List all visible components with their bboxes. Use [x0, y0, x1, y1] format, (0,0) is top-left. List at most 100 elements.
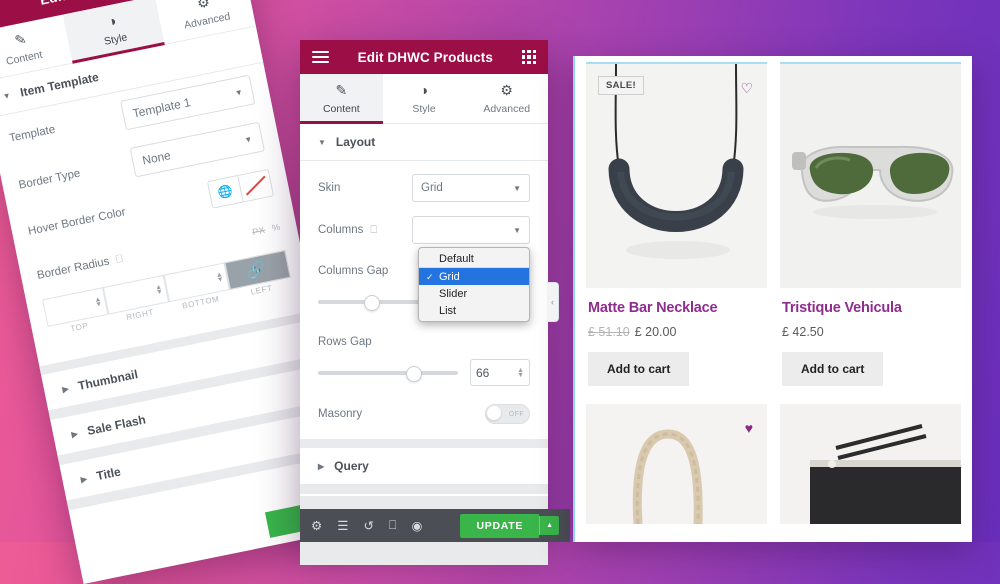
caret-right-icon: ▶ [61, 383, 70, 394]
section-thumbnail-label: Thumbnail [76, 367, 140, 393]
add-to-cart-button[interactable]: Add to cart [782, 352, 884, 386]
section-divider [300, 439, 548, 448]
preview-eye-icon[interactable]: ◉ [411, 518, 422, 533]
tab-style[interactable]: ◑ Style [383, 74, 466, 123]
product-card [780, 404, 961, 524]
product-image-bag[interactable]: ♥ [586, 404, 767, 524]
row-columns: Columns ⎕ ▼ [300, 209, 548, 251]
caret-down-icon: ▼ [1, 90, 12, 101]
tab-content-label: Content [5, 48, 44, 68]
columns-text: Columns [318, 224, 364, 236]
border-radius-text: Border Radius [36, 255, 111, 282]
tab-content-label: Content [322, 103, 360, 115]
update-button[interactable]: UPDATE [460, 513, 540, 538]
desktop-icon[interactable]: ⎕ [115, 252, 124, 266]
update-group: UPDATE ▲ [460, 513, 559, 538]
product-card: SALE! ♡ Matte Bar Necklace £ 51.10 £ 20.0… [586, 62, 767, 386]
stepper-icon[interactable]: ▲▼ [154, 283, 163, 296]
panel-footer-toolbar: ⚙ ☰ ↺ ⎕ ◉ UPDATE ▲ [300, 509, 570, 542]
section-query-label: Query [334, 459, 369, 473]
section-divider [300, 485, 548, 494]
contrast-icon: ◑ [419, 82, 429, 98]
product-image-pouch[interactable] [780, 404, 961, 524]
row-border-type-label: Border Type [17, 167, 82, 192]
skin-dropdown-menu[interactable]: Default ✓ Grid Slider List [418, 247, 530, 322]
panel-collapse-handle[interactable]: ‹ [547, 282, 559, 322]
add-to-cart-button[interactable]: Add to cart [588, 352, 690, 386]
row-columns-label: Columns ⎕ [318, 224, 412, 237]
chevron-down-icon: ▼ [243, 133, 254, 145]
skin-option-default[interactable]: Default [419, 250, 529, 268]
matte-bar-necklace-photo [586, 64, 767, 288]
tab-advanced[interactable]: ⚙ Advanced [465, 74, 548, 123]
product-price: £ 42.50 [782, 325, 959, 339]
gear-icon[interactable]: ⚙ [311, 518, 322, 533]
skin-option-slider-label: Slider [439, 287, 468, 300]
grid-apps-icon[interactable] [521, 49, 536, 65]
no-color-icon[interactable] [238, 168, 275, 203]
section-layout-label: Layout [335, 135, 376, 149]
section-item-template-label: Item Template [18, 69, 100, 100]
tab-advanced-label: Advanced [483, 103, 531, 115]
green-lens-sunglasses-photo [780, 64, 961, 288]
row-masonry-label: Masonry [318, 408, 363, 420]
product-title[interactable]: Tristique Vehicula [782, 300, 959, 316]
sale-badge: SALE! [598, 76, 644, 95]
product-image-necklace[interactable]: SALE! ♡ [586, 62, 767, 288]
desktop-icon[interactable]: ⎕ [370, 224, 377, 237]
unit-percent[interactable]: % [271, 222, 281, 233]
section-title-label: Title [95, 464, 122, 484]
tab-style-label: Style [103, 31, 129, 48]
columns-select[interactable]: ▼ [412, 216, 530, 244]
row-template-label: Template [8, 123, 57, 145]
product-image-sunglasses[interactable] [780, 62, 961, 288]
pencil-icon: ✎ [335, 82, 348, 98]
masonry-toggle[interactable]: OFF [485, 404, 530, 424]
stepper-icon[interactable]: ▲▼ [215, 271, 224, 284]
skin-option-grid[interactable]: ✓ Grid [419, 268, 529, 285]
stepper-icon[interactable]: ▲▼ [94, 296, 103, 309]
stepper-icon[interactable]: ▲▼ [517, 367, 524, 379]
product-old-price: £ 51.10 [588, 325, 630, 339]
skin-select[interactable]: Grid ▼ [412, 174, 530, 202]
hamburger-icon[interactable] [312, 50, 329, 64]
skin-select-value: Grid [421, 182, 443, 194]
front-panel-body: ▼ Layout Skin Grid ▼ Columns ⎕ ▼ Columns … [300, 124, 548, 565]
history-icon[interactable]: ↺ [363, 518, 373, 533]
rows-gap-slider[interactable] [318, 365, 458, 382]
skin-option-slider[interactable]: Slider [419, 285, 529, 302]
template-select-value: Template 1 [131, 95, 192, 121]
skin-option-grid-label: Grid [439, 270, 460, 283]
rows-gap-input[interactable]: 66 ▲ ▼ [470, 359, 530, 386]
section-sale-flash-label: Sale Flash [85, 412, 147, 438]
border-type-select-value: None [141, 148, 172, 168]
row-masonry: Masonry OFF [300, 393, 548, 439]
responsive-mode-icon[interactable]: ⎕ [389, 518, 397, 533]
layers-icon[interactable]: ☰ [337, 518, 348, 533]
row-skin: Skin Grid ▼ [300, 161, 548, 209]
heart-outline-icon[interactable]: ♡ [740, 80, 753, 97]
update-options-caret-icon[interactable]: ▲ [539, 516, 559, 535]
tab-style-label: Style [412, 103, 436, 115]
product-title[interactable]: Matte Bar Necklace [588, 300, 765, 316]
row-rows-gap-control: 66 ▲ ▼ [300, 355, 548, 393]
caret-down-icon: ▼ [318, 137, 326, 147]
product-meta: Tristique Vehicula £ 42.50 Add to cart [780, 300, 961, 386]
heart-filled-icon[interactable]: ♥ [745, 420, 753, 436]
front-panel-header: Edit DHWC Products [300, 40, 548, 74]
row-rows-gap-label: Rows Gap [300, 322, 548, 355]
product-meta: Matte Bar Necklace £ 51.10 £ 20.00 Add to… [586, 300, 767, 386]
tab-content[interactable]: ✎ Content [300, 74, 383, 124]
globe-icon[interactable]: 🌐 [206, 174, 244, 209]
product-card: ♥ [586, 404, 767, 524]
skin-option-list[interactable]: List [419, 302, 529, 319]
section-layout[interactable]: ▼ Layout [300, 124, 548, 161]
unit-px[interactable]: PX [251, 225, 266, 237]
skin-option-default-label: Default [439, 252, 474, 265]
chevron-down-icon: ▼ [513, 183, 521, 193]
section-query[interactable]: ▶ Query [300, 448, 548, 485]
row-skin-label: Skin [318, 182, 341, 194]
color-picker-controls[interactable]: 🌐 [206, 168, 275, 209]
product-sale-price: £ 42.50 [782, 325, 824, 339]
unit-switch[interactable]: PX % [251, 222, 281, 237]
